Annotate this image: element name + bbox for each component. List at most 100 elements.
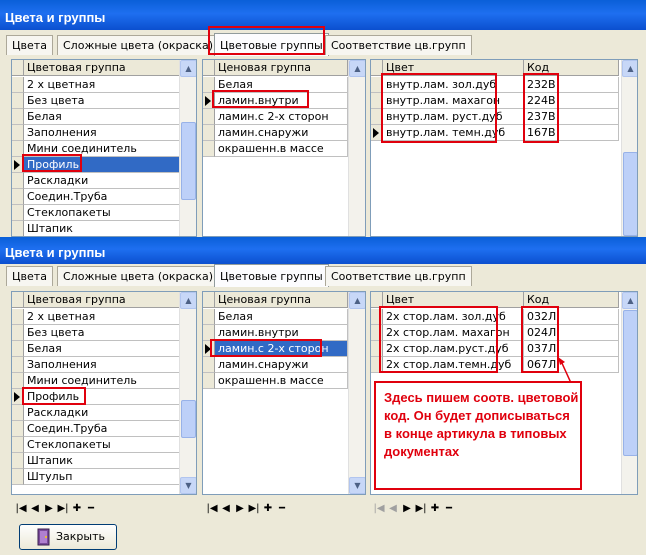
add-record-icon[interactable]: ✚ [428, 503, 442, 514]
next-record-icon[interactable]: ▶ [400, 503, 414, 514]
color-group-row[interactable]: Профиль [24, 157, 180, 173]
row-indicator[interactable] [203, 373, 215, 389]
color-code-cell[interactable]: 032Л [524, 309, 619, 325]
price-groups-grid[interactable]: Ценовая группа Белая ламин.внутри ламин.с … [202, 291, 366, 495]
column-header-color[interactable]: Цвет [383, 292, 524, 308]
color-name-cell[interactable]: внутр.лам. темн.дуб [383, 125, 524, 141]
prev-record-icon[interactable]: ◀ [219, 503, 233, 514]
column-header-price-group[interactable]: Ценовая группа [215, 60, 348, 76]
delete-record-icon[interactable]: ━ [84, 503, 98, 514]
tab-color-groups[interactable]: Цветовые группы [214, 33, 329, 56]
column-header-code[interactable]: Код [524, 60, 619, 76]
color-group-row[interactable]: Заполнения [24, 125, 180, 141]
row-indicator[interactable] [203, 325, 215, 341]
row-indicator[interactable] [371, 125, 383, 141]
row-indicator[interactable] [12, 141, 24, 157]
row-indicator[interactable] [12, 453, 24, 469]
color-code-cell[interactable]: 167В [524, 125, 619, 141]
color-group-row[interactable]: Раскладки [24, 405, 180, 421]
row-indicator[interactable] [203, 357, 215, 373]
last-record-icon[interactable]: ▶| [247, 503, 261, 514]
scroll-thumb[interactable] [181, 400, 196, 438]
scroll-up-icon[interactable]: ▲ [180, 60, 196, 77]
price-group-row[interactable]: ламин.внутри [215, 93, 348, 109]
price-scrollbar[interactable]: ▲ [348, 60, 365, 236]
row-indicator[interactable] [203, 77, 215, 93]
next-record-icon[interactable]: ▶ [233, 503, 247, 514]
price-group-row[interactable]: окрашенн.в массе [215, 373, 348, 389]
prev-record-icon[interactable]: ◀ [386, 503, 400, 514]
next-record-icon[interactable]: ▶ [42, 503, 56, 514]
color-name-cell[interactable]: внутр.лам. махагон [383, 93, 524, 109]
groups-scrollbar[interactable]: ▲ ▼ [179, 292, 196, 494]
price-group-row[interactable]: ламин.снаружи [215, 357, 348, 373]
color-group-row[interactable]: Штапик [24, 221, 180, 236]
row-indicator[interactable] [371, 325, 383, 341]
color-name-cell[interactable]: 2х стор.лам.руст.дуб [383, 341, 524, 357]
row-indicator[interactable] [12, 389, 24, 405]
scroll-up-icon[interactable]: ▲ [622, 60, 637, 77]
color-name-cell[interactable]: 2х стор.лам. махагон [383, 325, 524, 341]
tab-group-mapping[interactable]: Соответствие цв.групп [325, 35, 472, 55]
row-indicator[interactable] [203, 125, 215, 141]
scroll-up-icon[interactable]: ▲ [349, 60, 365, 77]
tab-complex-colors[interactable]: Сложные цвета (окраска) [57, 266, 219, 286]
add-record-icon[interactable]: ✚ [261, 503, 275, 514]
color-code-cell[interactable]: 232В [524, 77, 619, 93]
row-indicator[interactable] [203, 93, 215, 109]
delete-record-icon[interactable]: ━ [442, 503, 456, 514]
color-group-row[interactable]: Соедин.Труба [24, 189, 180, 205]
color-group-row[interactable]: 2 х цветная [24, 309, 180, 325]
color-group-row[interactable]: Мини соединитель [24, 141, 180, 157]
row-indicator[interactable] [203, 109, 215, 125]
color-group-row[interactable]: Без цвета [24, 93, 180, 109]
column-header-color[interactable]: Цвет [383, 60, 524, 76]
row-indicator[interactable] [371, 93, 383, 109]
color-group-row[interactable]: Заполнения [24, 357, 180, 373]
tab-colors[interactable]: Цвета [6, 266, 53, 286]
delete-record-icon[interactable]: ━ [275, 503, 289, 514]
row-indicator[interactable] [12, 157, 24, 173]
tab-group-mapping[interactable]: Соответствие цв.групп [325, 266, 472, 286]
color-group-row[interactable]: Стеклопакеты [24, 437, 180, 453]
groups-scrollbar[interactable]: ▲ [179, 60, 196, 236]
color-group-row[interactable]: Профиль [24, 389, 180, 405]
price-group-row[interactable]: Белая [215, 77, 348, 93]
row-indicator[interactable] [371, 357, 383, 373]
color-groups-grid[interactable]: Цветовая группа 2 х цветная Без цвета Бела… [11, 59, 197, 237]
row-indicator[interactable] [12, 93, 24, 109]
price-group-row[interactable]: ламин.внутри [215, 325, 348, 341]
color-name-cell[interactable]: внутр.лам. руст.дуб [383, 109, 524, 125]
color-name-cell[interactable]: 2х стор.лам.темн.дуб [383, 357, 524, 373]
row-indicator[interactable] [12, 125, 24, 141]
color-code-cell[interactable]: 224В [524, 93, 619, 109]
column-header-code[interactable]: Код [524, 292, 619, 308]
price-scrollbar[interactable]: ▲ ▼ [348, 292, 365, 494]
colors-scrollbar[interactable]: ▲ [621, 292, 637, 494]
price-group-row[interactable]: ламин.снаружи [215, 125, 348, 141]
row-indicator[interactable] [371, 341, 383, 357]
row-indicator[interactable] [203, 141, 215, 157]
last-record-icon[interactable]: ▶| [56, 503, 70, 514]
color-group-row[interactable]: Штапик [24, 453, 180, 469]
row-indicator[interactable] [203, 309, 215, 325]
price-group-row[interactable]: ламин.с 2-х сторон [215, 341, 348, 357]
row-indicator[interactable] [12, 205, 24, 221]
row-indicator[interactable] [12, 77, 24, 93]
row-indicator[interactable] [12, 309, 24, 325]
color-group-row[interactable]: Белая [24, 109, 180, 125]
row-indicator[interactable] [203, 341, 215, 357]
color-group-row[interactable]: Соедин.Труба [24, 421, 180, 437]
close-button[interactable]: Закрыть [19, 524, 117, 550]
row-indicator[interactable] [371, 309, 383, 325]
color-group-row[interactable]: Стеклопакеты [24, 205, 180, 221]
add-record-icon[interactable]: ✚ [70, 503, 84, 514]
color-code-cell[interactable]: 024Л [524, 325, 619, 341]
tab-color-groups[interactable]: Цветовые группы [214, 264, 329, 287]
color-group-row[interactable]: Раскладки [24, 173, 180, 189]
row-indicator[interactable] [12, 421, 24, 437]
color-name-cell[interactable]: 2х стор.лам. зол.дуб [383, 309, 524, 325]
column-header-color-group[interactable]: Цветовая группа [24, 60, 180, 76]
color-group-row[interactable]: 2 х цветная [24, 77, 180, 93]
row-indicator[interactable] [12, 173, 24, 189]
